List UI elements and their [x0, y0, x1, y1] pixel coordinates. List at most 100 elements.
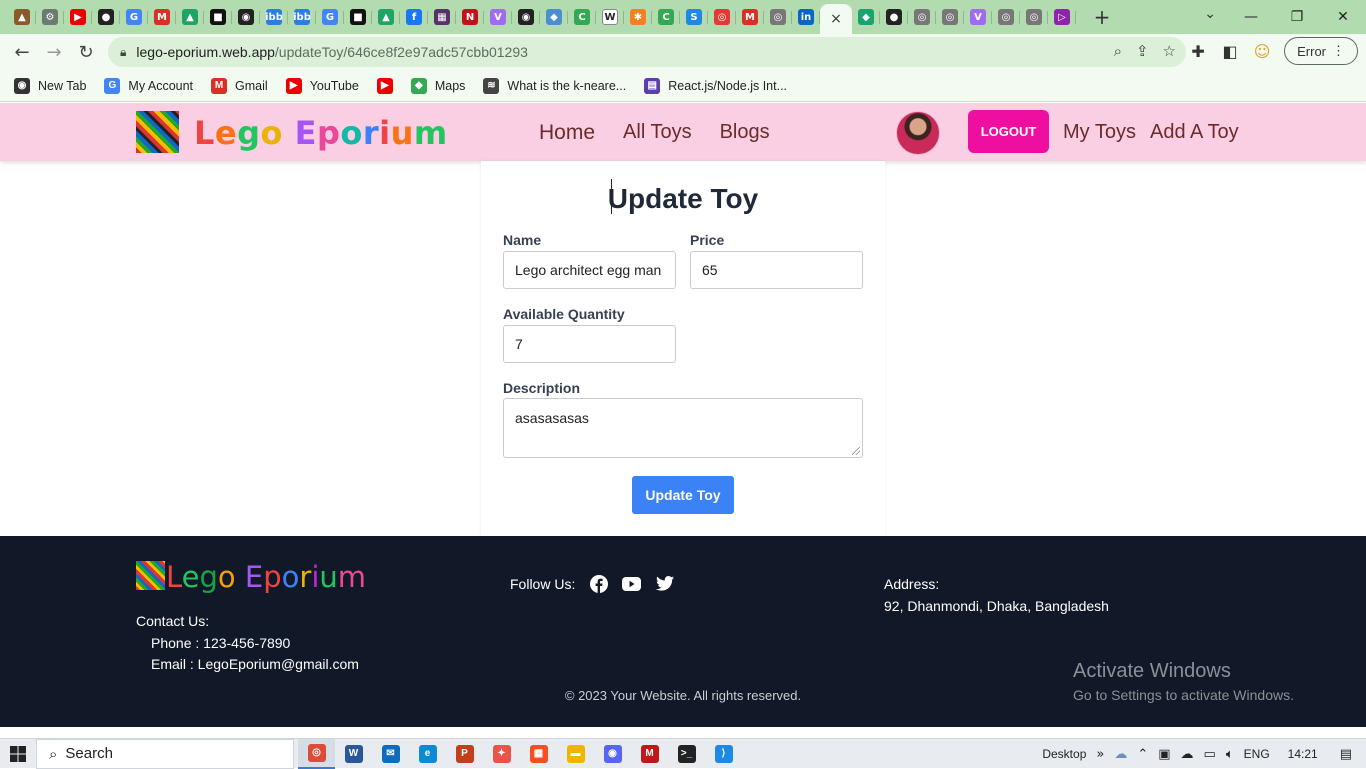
browser-tab[interactable]: C — [652, 4, 680, 30]
taskbar-app[interactable]: ▦ — [520, 739, 557, 769]
quantity-input[interactable]: 7 — [503, 325, 676, 363]
bookmark-item[interactable]: M Gmail — [211, 77, 268, 94]
tab-search-chevron-icon[interactable]: ⌄ — [1204, 6, 1216, 22]
taskbar-app[interactable]: ✉ — [372, 739, 409, 769]
bookmark-item[interactable]: ◆ Maps — [410, 77, 465, 94]
browser-tab[interactable]: ■ — [344, 4, 372, 30]
notification-icon[interactable]: ▤ — [1340, 747, 1352, 762]
browser-tab[interactable]: ▦ — [428, 4, 456, 30]
browser-tab[interactable]: ▲ — [8, 4, 36, 30]
browser-tab[interactable]: V — [484, 4, 512, 30]
browser-tab[interactable]: ✱ — [624, 4, 652, 30]
name-input[interactable]: Lego architect egg man — [503, 251, 676, 289]
browser-tab[interactable]: ◆ — [852, 4, 880, 30]
desktop-label[interactable]: Desktop — [1042, 747, 1086, 761]
taskbar-app[interactable]: e — [409, 739, 446, 769]
bookmark-item[interactable]: G My Account — [104, 77, 193, 94]
side-panel-icon[interactable]: ◧ — [1220, 42, 1240, 61]
bookmark-item[interactable]: ≋ What is the k-neare... — [483, 77, 626, 94]
browser-tab[interactable]: ◎ — [936, 4, 964, 30]
tray-expand-icon[interactable]: ⌃ — [1137, 747, 1148, 762]
browser-tab[interactable]: ◎ — [764, 4, 792, 30]
lock-icon[interactable]: 🔒︎ — [120, 45, 126, 60]
browser-tab[interactable]: G — [316, 4, 344, 30]
close-icon[interactable]: × — [830, 11, 842, 27]
browser-tab[interactable]: M — [736, 4, 764, 30]
browser-tab[interactable]: G — [120, 4, 148, 30]
profile-avatar-icon[interactable]: ☺ — [1252, 42, 1272, 61]
taskbar-app[interactable]: P — [446, 739, 483, 769]
taskbar-app[interactable]: ✦ — [483, 739, 520, 769]
browser-tab[interactable]: V — [964, 4, 992, 30]
browser-tab[interactable]: W — [596, 4, 624, 30]
bookmark-item[interactable]: ◉ New Tab — [14, 77, 86, 94]
forward-arrow-icon[interactable]: → — [38, 36, 70, 68]
nav-blogs[interactable]: Blogs — [720, 121, 770, 145]
taskbar-app[interactable]: M — [631, 739, 668, 769]
youtube-icon[interactable] — [622, 574, 642, 593]
facebook-icon[interactable] — [589, 574, 608, 593]
windows-start-icon[interactable] — [0, 739, 36, 769]
taskbar-app[interactable]: >_ — [668, 739, 705, 769]
description-textarea[interactable]: asasasasas — [503, 398, 863, 458]
browser-tab[interactable]: ⚙ — [36, 4, 64, 30]
browser-tab[interactable]: ▶ — [64, 4, 92, 30]
taskbar-app[interactable]: ⟩ — [705, 739, 742, 769]
browser-tab[interactable]: ◎ — [1020, 4, 1048, 30]
clock[interactable]: 14:21 — [1288, 747, 1318, 761]
share-icon[interactable]: ⇪ — [1136, 42, 1149, 60]
site-brand[interactable]: Lego Eporium — [194, 114, 448, 152]
price-input[interactable]: 65 — [690, 251, 863, 289]
meet-icon[interactable]: ▣ — [1158, 747, 1170, 762]
twitter-icon[interactable] — [655, 574, 674, 593]
browser-tab[interactable]: ◉ — [512, 4, 540, 30]
update-toy-button[interactable]: Update Toy — [632, 476, 734, 514]
taskbar-app[interactable]: ◎ — [298, 738, 335, 769]
browser-tab[interactable]: ibb — [288, 4, 316, 30]
logout-button[interactable]: LOGOUT — [968, 110, 1049, 153]
browser-tab[interactable]: M — [148, 4, 176, 30]
extensions-puzzle-icon[interactable]: ✚ — [1188, 42, 1208, 61]
reload-icon[interactable]: ↻ — [70, 36, 102, 68]
chevron-icon[interactable]: » — [1096, 747, 1104, 762]
weather-cloud-icon[interactable]: ☁ — [1114, 747, 1127, 762]
browser-tab[interactable]: ◎ — [992, 4, 1020, 30]
bookmark-star-icon[interactable]: ☆ — [1163, 42, 1176, 60]
bookmark-item[interactable]: ▤ React.js/Node.js Int... — [644, 77, 787, 94]
browser-tab[interactable]: ◎ — [708, 4, 736, 30]
resize-handle-icon[interactable] — [852, 447, 860, 455]
browser-tab[interactable]: S — [680, 4, 708, 30]
address-bar[interactable]: 🔒︎ lego-eporium.web.app/updateToy/646ce8… — [108, 37, 1186, 67]
battery-icon[interactable]: ▭ — [1204, 747, 1216, 762]
bookmark-item[interactable]: ▶ — [376, 77, 393, 94]
language-indicator[interactable]: ENG — [1244, 747, 1270, 761]
browser-tab[interactable]: ◆ — [540, 4, 568, 30]
nav-home[interactable]: Home — [539, 121, 595, 145]
browser-tab[interactable]: ▲ — [372, 4, 400, 30]
browser-tab[interactable]: ▷ — [1048, 4, 1076, 30]
user-avatar[interactable] — [896, 111, 940, 155]
browser-tab[interactable]: ▲ — [176, 4, 204, 30]
taskbar-search-box[interactable]: ⌕ Search — [36, 738, 294, 769]
close-window-button[interactable]: ✕ — [1320, 0, 1366, 34]
profile-error-button[interactable]: Error ⋮ — [1284, 37, 1358, 65]
taskbar-app[interactable]: W — [335, 739, 372, 769]
zoom-search-icon[interactable]: ⌕ — [1114, 42, 1122, 60]
browser-tab[interactable]: in — [792, 4, 820, 30]
taskbar-app[interactable]: ◉ — [594, 739, 631, 769]
browser-tab[interactable]: ● — [92, 4, 120, 30]
more-menu-icon[interactable]: ⋮ — [1332, 43, 1345, 59]
browser-tab[interactable]: ◎ — [908, 4, 936, 30]
new-tab-button[interactable]: + — [1090, 5, 1114, 29]
browser-tab[interactable]: f — [400, 4, 428, 30]
nav-add-toy[interactable]: Add A Toy — [1150, 121, 1239, 144]
onedrive-icon[interactable]: ☁ — [1181, 747, 1194, 762]
minimize-button[interactable]: — — [1228, 0, 1274, 34]
volume-icon[interactable]: 🔈︎ — [1226, 747, 1234, 762]
browser-tab[interactable]: ◉ — [232, 4, 260, 30]
browser-tab[interactable]: N — [456, 4, 484, 30]
bookmark-item[interactable]: ▶ YouTube — [285, 77, 359, 94]
restore-button[interactable]: ❐ — [1274, 0, 1320, 34]
active-tab[interactable]: × — [820, 4, 852, 34]
browser-tab[interactable]: ■ — [204, 4, 232, 30]
